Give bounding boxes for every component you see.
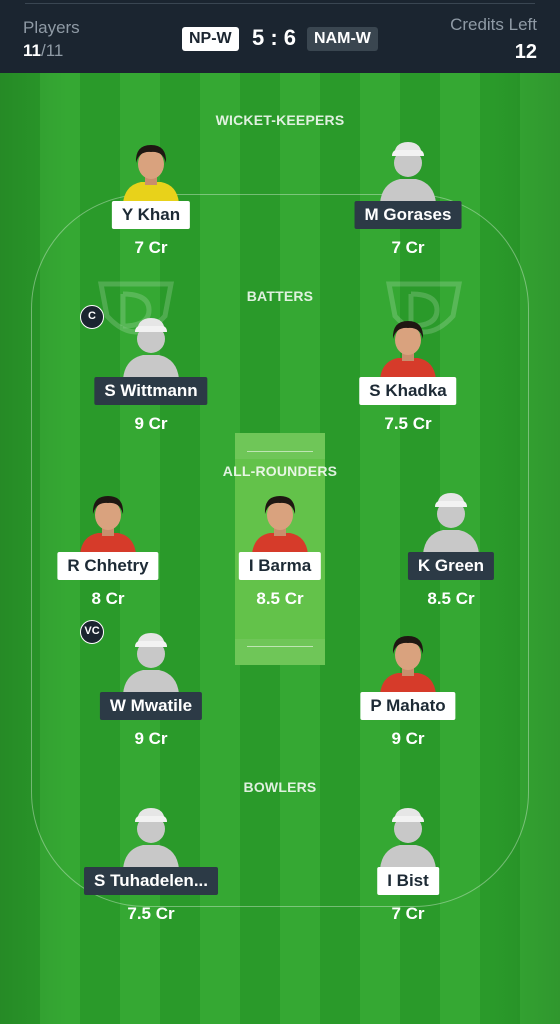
player-card[interactable]: M Gorases 7 Cr — [328, 139, 488, 274]
player-photo — [78, 490, 138, 554]
player-placeholder-icon — [121, 805, 181, 869]
pitch-end — [235, 433, 325, 459]
player-photo — [121, 139, 181, 203]
player-credits: 7.5 Cr — [384, 414, 432, 433]
player-name: Y Khan — [111, 201, 191, 229]
player-placeholder-icon — [421, 490, 481, 554]
crease-line — [247, 646, 313, 647]
player-placeholder-icon — [378, 805, 438, 869]
player-name: P Mahato — [360, 692, 456, 720]
player-name: W Mwatile — [99, 692, 203, 720]
player-photo — [378, 315, 438, 379]
player-credits: 8.5 Cr — [256, 589, 304, 608]
cricket-field: WICKET-KEEPERS BATTERS ALL-ROUNDERS BOWL… — [0, 73, 560, 1024]
player-card[interactable]: S Khadka 7.5 Cr — [328, 315, 488, 450]
section-title-wicket-keepers: WICKET-KEEPERS — [215, 112, 345, 128]
player-card[interactable]: VC W Mwatile 9 Cr — [71, 620, 231, 765]
player-name: S Wittmann — [94, 377, 208, 405]
player-card[interactable]: S Tuhadelen... 7.5 Cr — [71, 805, 231, 940]
section-title-batters: BATTERS — [246, 288, 314, 304]
team-b-badge: NAM-W — [307, 27, 378, 51]
player-credits: 9 Cr — [391, 729, 425, 748]
team-a-badge: NP-W — [182, 27, 239, 51]
player-credits: 9 Cr — [134, 729, 168, 748]
player-name: S Tuhadelen... — [84, 867, 218, 895]
player-name: I Bist — [377, 867, 439, 895]
player-placeholder-icon — [378, 139, 438, 203]
player-credits: 8.5 Cr — [427, 589, 475, 608]
crease-line — [247, 451, 313, 452]
player-card[interactable]: I Bist 7 Cr — [328, 805, 488, 940]
player-credits: 7.5 Cr — [127, 904, 175, 923]
player-credits: 7 Cr — [391, 238, 425, 257]
player-name: R Chhetry — [57, 552, 159, 580]
player-credits: 7 Cr — [391, 904, 425, 923]
players-selected: 11 — [23, 41, 41, 60]
team-score: 5 : 6 — [251, 25, 297, 50]
vice-captain-badge: VC — [80, 620, 104, 644]
credits-label: Credits Left — [450, 15, 537, 34]
section-title-all-rounders: ALL-ROUNDERS — [222, 463, 338, 479]
player-name: K Green — [407, 552, 495, 580]
player-photo — [250, 490, 310, 554]
player-card[interactable]: P Mahato 9 Cr — [328, 630, 488, 765]
players-total: /11 — [40, 41, 64, 60]
players-count: 11/11 — [23, 41, 63, 61]
header-divider — [25, 3, 535, 4]
player-credits: 7 Cr — [134, 238, 168, 257]
section-title-bowlers: BOWLERS — [243, 779, 317, 795]
player-name: S Khadka — [359, 377, 457, 405]
player-placeholder-icon — [121, 630, 181, 694]
pitch-end — [235, 639, 325, 665]
player-card[interactable]: K Green 8.5 Cr — [371, 490, 531, 625]
player-placeholder-icon — [121, 315, 181, 379]
player-card[interactable]: C S Wittmann 9 Cr — [71, 305, 231, 450]
player-card[interactable]: I Barma 8.5 Cr — [200, 490, 360, 625]
player-name: M Gorases — [354, 201, 462, 229]
player-photo — [378, 630, 438, 694]
credits-value: 12 — [514, 41, 537, 63]
captain-badge: C — [80, 305, 104, 329]
player-credits: 8 Cr — [91, 589, 125, 608]
player-card[interactable]: R Chhetry 8 Cr — [28, 490, 188, 625]
player-card[interactable]: Y Khan 7 Cr — [71, 139, 231, 274]
player-credits: 9 Cr — [134, 414, 168, 433]
player-name: I Barma — [238, 552, 322, 580]
header-bar: Players 11/11 NP-W 5 : 6 NAM-W Credits L… — [0, 0, 560, 73]
players-label: Players — [23, 18, 80, 37]
